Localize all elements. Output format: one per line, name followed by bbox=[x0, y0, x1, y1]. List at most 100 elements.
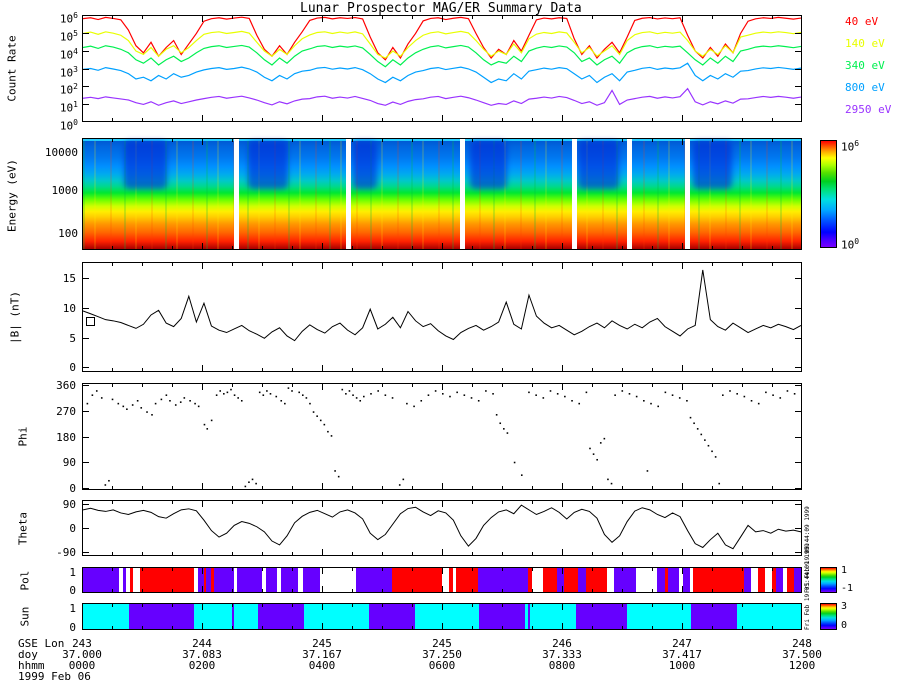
x-tick bbox=[322, 549, 323, 555]
x-tick bbox=[442, 365, 443, 371]
pol-segment bbox=[607, 568, 615, 592]
x-tick bbox=[112, 139, 113, 142]
y-tick bbox=[83, 528, 89, 529]
x-tick bbox=[532, 568, 533, 571]
x-tick bbox=[412, 263, 413, 266]
x-tick bbox=[442, 384, 443, 390]
x-tick bbox=[382, 246, 383, 249]
energy-ytick: 100 bbox=[58, 227, 78, 240]
phi-point bbox=[686, 399, 688, 402]
phi-point bbox=[693, 422, 695, 425]
x-tick bbox=[412, 384, 413, 387]
y-tick bbox=[83, 104, 89, 106]
x-axis-value: 1000 bbox=[668, 659, 696, 672]
phi-point bbox=[165, 394, 168, 396]
count-rate-panel bbox=[82, 15, 802, 122]
pol-segment bbox=[442, 568, 450, 592]
x-tick bbox=[622, 626, 623, 629]
pol-colorbar bbox=[820, 567, 837, 593]
x-tick bbox=[562, 568, 563, 574]
x-tick bbox=[382, 589, 383, 592]
phi-point bbox=[341, 388, 344, 391]
x-tick bbox=[712, 501, 713, 504]
y-tick bbox=[795, 68, 801, 70]
phi-point bbox=[671, 394, 674, 396]
phi-point bbox=[646, 470, 649, 472]
x-tick bbox=[352, 139, 353, 142]
x-tick bbox=[772, 589, 773, 592]
pol-segment bbox=[140, 568, 195, 592]
x-tick bbox=[532, 263, 533, 266]
count-rate-lines bbox=[83, 16, 801, 106]
phi-point bbox=[571, 399, 573, 402]
data-gap bbox=[233, 139, 239, 249]
axis-label-pol: Pol bbox=[18, 570, 32, 591]
x-tick bbox=[112, 552, 113, 555]
x-tick bbox=[262, 568, 263, 571]
x-tick bbox=[682, 243, 683, 249]
phi-point bbox=[248, 481, 250, 484]
data-gap bbox=[572, 139, 578, 249]
x-tick bbox=[502, 16, 503, 19]
x-tick bbox=[292, 486, 293, 489]
x-tick bbox=[292, 246, 293, 249]
energy-ytick: 10000 bbox=[44, 146, 78, 159]
x-tick bbox=[472, 486, 473, 489]
Phi-ytick: 90 bbox=[62, 456, 76, 470]
x-tick bbox=[202, 623, 203, 629]
x-tick bbox=[682, 384, 683, 390]
phi-point bbox=[210, 419, 213, 422]
Sun-ytick: 0 bbox=[69, 620, 76, 634]
x-tick bbox=[652, 368, 653, 371]
x-tick bbox=[442, 586, 443, 592]
x-tick bbox=[742, 246, 743, 249]
phi-point bbox=[391, 397, 394, 399]
phi-point bbox=[233, 394, 236, 396]
phi-point bbox=[301, 394, 304, 396]
x-tick bbox=[292, 589, 293, 592]
x-tick bbox=[712, 246, 713, 249]
sun-segment bbox=[737, 604, 801, 629]
x-tick bbox=[712, 16, 713, 19]
x-tick bbox=[472, 589, 473, 592]
bmag-line bbox=[83, 269, 801, 342]
phi-point bbox=[456, 391, 458, 394]
x-tick bbox=[472, 626, 473, 629]
x-tick bbox=[592, 604, 593, 607]
phi-point bbox=[495, 414, 498, 416]
x-tick bbox=[742, 368, 743, 371]
x-tick bbox=[382, 384, 383, 387]
phi-point bbox=[219, 390, 222, 392]
x-tick bbox=[742, 501, 743, 504]
x-tick bbox=[652, 263, 653, 266]
x-tick bbox=[202, 501, 203, 507]
x-tick bbox=[142, 139, 143, 142]
phi-point bbox=[337, 475, 340, 478]
x-tick bbox=[292, 552, 293, 555]
phi-point bbox=[449, 395, 451, 398]
x-tick bbox=[382, 626, 383, 629]
x-tick bbox=[262, 501, 263, 504]
phi-point bbox=[174, 404, 177, 406]
x-tick bbox=[742, 139, 743, 142]
x-tick bbox=[682, 16, 683, 22]
x-tick bbox=[652, 501, 653, 504]
x-tick bbox=[502, 263, 503, 266]
|B| (nT)-ytick: 5 bbox=[69, 331, 76, 345]
phi-point bbox=[520, 474, 523, 476]
y-tick bbox=[795, 487, 801, 489]
x-tick bbox=[712, 384, 713, 387]
x-tick bbox=[682, 483, 683, 489]
x-tick bbox=[532, 384, 533, 387]
y-tick bbox=[795, 462, 801, 464]
x-tick bbox=[622, 384, 623, 387]
x-tick bbox=[172, 246, 173, 249]
phi-point bbox=[316, 415, 318, 417]
phi-point bbox=[126, 408, 128, 411]
y-tick bbox=[795, 50, 801, 52]
x-tick bbox=[292, 263, 293, 266]
phi-scatter bbox=[86, 387, 796, 488]
x-tick bbox=[112, 626, 113, 629]
phi-point bbox=[237, 397, 239, 399]
x-tick bbox=[502, 384, 503, 387]
